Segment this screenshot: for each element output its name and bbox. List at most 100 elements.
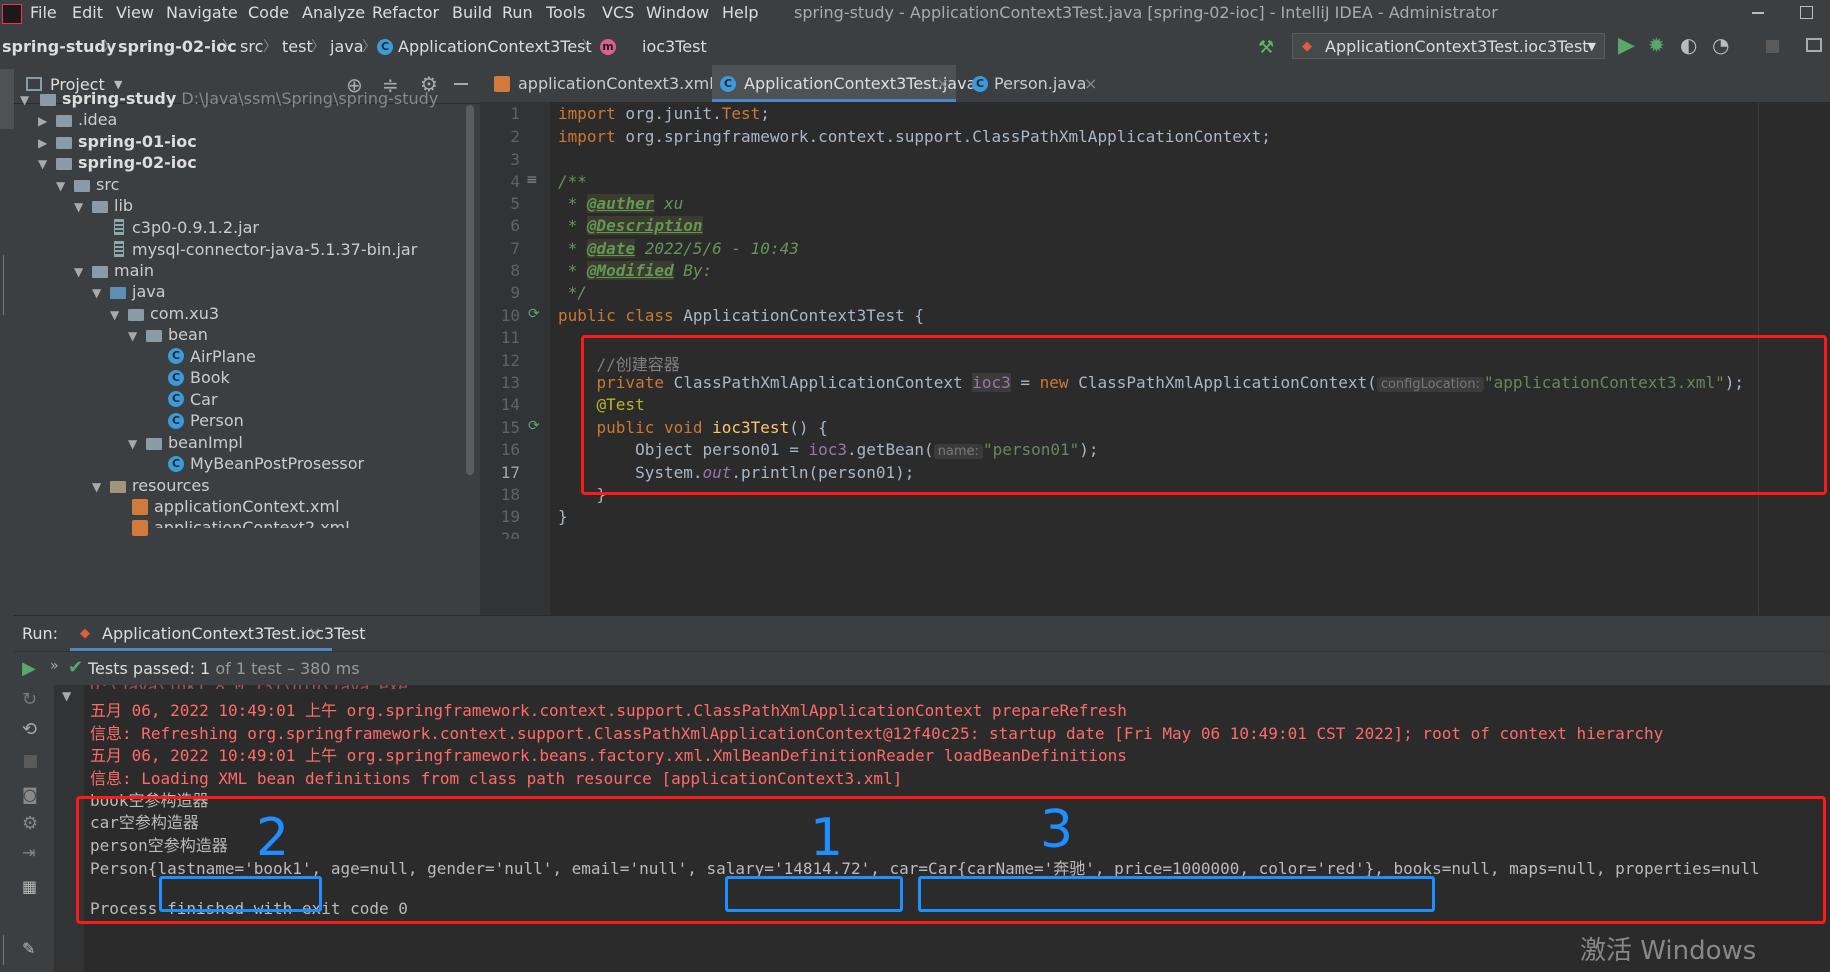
breadcrumb-module[interactable]: spring-02-ioc [118, 37, 237, 56]
menu-window[interactable]: Window [646, 3, 709, 22]
expand-icon[interactable]: » [50, 658, 59, 674]
module-folder-icon [56, 137, 72, 149]
tree-arrow-expanded[interactable]: ▼ [38, 157, 47, 171]
menu-vcs[interactable]: VCS [602, 3, 634, 22]
tree-item-car[interactable]: Car [190, 390, 218, 409]
tree-item-spring-02[interactable]: spring-02-ioc [78, 153, 197, 172]
debug-icon[interactable]: ✹ [1648, 33, 1665, 57]
breadcrumb-test[interactable]: test [282, 37, 313, 56]
minimize-icon[interactable] [1752, 12, 1764, 14]
tree-arrow-expanded[interactable]: ▼ [62, 689, 71, 703]
tab-person-java[interactable]: C Person.java × [964, 65, 1102, 102]
tree-item-airplane[interactable]: AirPlane [190, 347, 256, 366]
tree-arrow-expanded[interactable]: ▼ [110, 308, 119, 322]
package-icon [146, 330, 162, 342]
code-editor[interactable]: import org.junit.Test; import org.spring… [550, 102, 1830, 615]
tree-item-applicationcontext2-xml[interactable]: applicationContext2.xml [154, 518, 350, 528]
tree-item-beanimpl[interactable]: beanImpl [168, 433, 243, 452]
tree-arrow-expanded[interactable]: ▼ [92, 286, 101, 300]
menu-run[interactable]: Run [502, 3, 533, 22]
folder-icon [92, 201, 108, 213]
favorites-tool-button[interactable] [3, 935, 12, 965]
export-icon[interactable]: ⇥ [22, 843, 35, 862]
highlight-box-lastname [159, 876, 322, 912]
close-icon[interactable]: × [1084, 65, 1097, 102]
close-icon[interactable]: × [936, 65, 949, 102]
run-tab[interactable]: ApplicationContext3Test.ioc3Test [102, 624, 366, 643]
tree-item-person[interactable]: Person [190, 411, 244, 430]
tab-applicationcontext3-xml[interactable]: applicationContext3.xml [486, 65, 714, 102]
coverage-icon[interactable]: ◐ [1680, 33, 1697, 57]
tree-item-resources[interactable]: resources [132, 476, 210, 495]
check-icon: ✔ [68, 657, 84, 678]
line-number: 15 [500, 418, 520, 437]
menu-edit[interactable]: Edit [72, 3, 103, 22]
tree-item-idea[interactable]: .idea [78, 110, 117, 129]
breadcrumb-project[interactable]: spring-study [2, 37, 116, 56]
menu-build[interactable]: Build [452, 3, 492, 22]
tree-arrow-collapsed[interactable]: ▶ [38, 136, 47, 150]
test-run-icon: ◆ [80, 626, 90, 641]
doc-render-icon[interactable]: ≡ [526, 172, 538, 188]
module-folder-icon [40, 94, 56, 106]
run-configuration-select[interactable]: ApplicationContext3Test.ioc3Test ▼ [1292, 33, 1605, 59]
menu-help[interactable]: Help [722, 3, 758, 22]
stop-icon[interactable] [24, 755, 37, 768]
rerun-icon[interactable]: ▶ [22, 658, 36, 679]
run-test-gutter-icon[interactable]: ⟳ [528, 306, 540, 322]
tree-item-root[interactable]: spring-study D:\Java\ssm\Spring\spring-s… [62, 89, 438, 108]
breadcrumb-src[interactable]: src [240, 37, 263, 56]
layout-icon[interactable]: ▦ [22, 877, 37, 896]
tree-item-mybeanpostprosessor[interactable]: MyBeanPostProsessor [190, 454, 364, 473]
structure-tool-button[interactable] [3, 255, 12, 315]
tree-arrow-expanded[interactable]: ▼ [128, 437, 137, 451]
tree-arrow-expanded[interactable]: ▼ [20, 93, 29, 107]
breadcrumb-method[interactable]: ioc3Test [642, 37, 707, 56]
tree-item-lib[interactable]: lib [114, 196, 133, 215]
tree-arrow-expanded[interactable]: ▼ [74, 265, 83, 279]
gear-icon[interactable]: ⚙ [22, 813, 38, 834]
tree-item-src[interactable]: src [96, 175, 119, 194]
menu-navigate[interactable]: Navigate [166, 3, 238, 22]
menu-file[interactable]: File [30, 3, 57, 22]
tree-item-com-xu3[interactable]: com.xu3 [150, 304, 219, 323]
menu-refactor[interactable]: Refactor [372, 3, 439, 22]
stop-icon[interactable] [1766, 40, 1779, 53]
menu-tools[interactable]: Tools [546, 3, 585, 22]
tree-arrow-expanded[interactable]: ▼ [74, 200, 83, 214]
tree-item-spring-01[interactable]: spring-01-ioc [78, 132, 197, 151]
tree-arrow-collapsed[interactable]: ▶ [38, 114, 47, 128]
breadcrumb-java[interactable]: java [330, 37, 364, 56]
breadcrumb-class[interactable]: ApplicationContext3Test [398, 37, 592, 56]
maximize-icon[interactable] [1800, 6, 1813, 19]
tree-item-mysql[interactable]: mysql-connector-java-5.1.37-bin.jar [132, 240, 417, 259]
build-hammer-icon[interactable]: ⚒ [1258, 37, 1274, 58]
run-icon[interactable]: ▶ [1618, 33, 1635, 58]
hide-icon[interactable] [454, 83, 468, 85]
project-scrollbar[interactable] [466, 105, 474, 475]
tree-item-bean[interactable]: bean [168, 325, 208, 344]
pin-icon[interactable]: ✎ [22, 939, 35, 958]
project-structure-icon[interactable] [1806, 38, 1822, 52]
menu-analyze[interactable]: Analyze [302, 3, 365, 22]
camera-icon[interactable]: ◙ [22, 785, 38, 804]
close-icon[interactable]: × [308, 623, 321, 642]
tree-arrow-expanded[interactable]: ▼ [128, 329, 137, 343]
tree-item-main[interactable]: main [114, 261, 154, 280]
tree-item-book[interactable]: Book [190, 368, 230, 387]
tree-item-java[interactable]: java [132, 282, 166, 301]
folder-icon [74, 180, 90, 192]
tree-item-applicationcontext-xml[interactable]: applicationContext.xml [154, 497, 340, 516]
toggle-auto-test-icon[interactable]: ⟲ [22, 719, 37, 740]
menu-code[interactable]: Code [248, 3, 289, 22]
menu-view[interactable]: View [116, 3, 154, 22]
tree-item-c3p0[interactable]: c3p0-0.9.1.2.jar [132, 218, 259, 237]
profile-icon[interactable]: ◔ [1712, 33, 1729, 57]
tests-status: Tests passed: 1 of 1 test – 380 ms [88, 659, 360, 678]
tab-applicationcontext3test-java[interactable]: C ApplicationContext3Test.java × [712, 65, 976, 102]
tree-arrow-expanded[interactable]: ▼ [92, 480, 101, 494]
rerun-failed-icon[interactable]: ↻ [22, 689, 37, 710]
run-test-gutter-icon[interactable]: ⟳ [528, 418, 540, 434]
project-tool-button[interactable] [0, 69, 14, 129]
tree-arrow-expanded[interactable]: ▼ [56, 179, 65, 193]
